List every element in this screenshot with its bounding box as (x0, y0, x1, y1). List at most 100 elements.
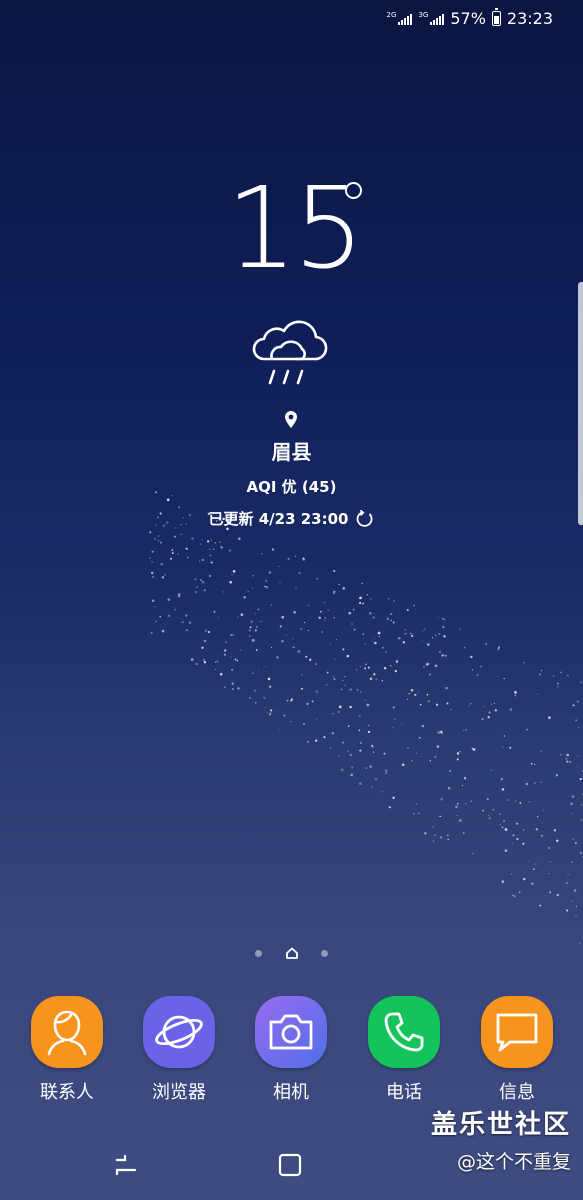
signal-3g-icon: 3G (418, 11, 445, 25)
wallpaper-speckle (390, 619, 393, 622)
wallpaper-speckle (432, 826, 434, 828)
wallpaper-speckle (204, 629, 208, 633)
wallpaper-speckle (352, 608, 355, 611)
wallpaper-speckle (418, 812, 420, 814)
wallpaper-speckle (446, 702, 449, 705)
app-contacts[interactable]: 联系人 (12, 996, 122, 1104)
app-messages[interactable]: 信息 (462, 996, 572, 1104)
wallpaper-speckle (364, 667, 367, 670)
wallpaper-speckle (580, 681, 582, 683)
wallpaper-speckle (160, 562, 164, 566)
wallpaper-speckle (535, 863, 537, 865)
wallpaper-speckle (573, 889, 577, 892)
wallpaper-speckle (366, 703, 370, 707)
home-button[interactable] (270, 1145, 310, 1185)
wallpaper-speckle (567, 874, 569, 876)
wallpaper-speckle (373, 673, 376, 676)
wallpaper-speckle (381, 679, 384, 682)
page-dot[interactable] (321, 950, 328, 957)
wallpaper-speckle (210, 561, 213, 564)
message-icon (481, 996, 553, 1068)
wallpaper-speckle (349, 705, 352, 709)
wallpaper-speckle (486, 798, 489, 801)
wallpaper-speckle (574, 842, 577, 844)
wallpaper-speckle (279, 581, 281, 583)
wallpaper-speckle (151, 599, 155, 603)
page-dot[interactable] (255, 950, 262, 957)
wallpaper-speckle (438, 633, 441, 635)
app-phone[interactable]: 电话 (349, 996, 459, 1104)
wallpaper-speckle (462, 785, 464, 787)
wallpaper-speckle (472, 748, 476, 751)
wallpaper-speckle (362, 602, 365, 605)
wallpaper-speckle (219, 541, 221, 544)
wallpaper-speckle (265, 666, 267, 668)
wallpaper-speckle (159, 541, 162, 544)
wallpaper-speckle (318, 616, 321, 620)
wallpaper-speckle (254, 613, 257, 615)
wallpaper-speckle (530, 762, 533, 765)
wallpaper-speckle (487, 716, 490, 719)
wallpaper-speckle (511, 842, 513, 844)
wallpaper-speckle (355, 668, 358, 671)
wallpaper-speckle (149, 557, 152, 560)
wallpaper-speckle (491, 703, 493, 705)
wallpaper-speckle (515, 800, 517, 802)
wallpaper-speckle (410, 632, 412, 635)
wallpaper-speckle (191, 537, 194, 540)
wallpaper-speckle (507, 799, 510, 802)
wallpaper-speckle (167, 614, 171, 618)
wallpaper-speckle (222, 591, 224, 593)
wallpaper-speckle (349, 753, 352, 756)
app-camera[interactable]: 相机 (236, 996, 346, 1104)
wallpaper-speckle (290, 698, 294, 701)
wallpaper-speckle (480, 665, 482, 668)
app-browser[interactable]: 浏览器 (124, 996, 234, 1104)
wallpaper-speckle (335, 638, 337, 641)
wallpaper-speckle (438, 650, 442, 654)
wallpaper-speckle (369, 765, 372, 768)
refresh-icon[interactable] (356, 509, 374, 528)
wallpaper-speckle (151, 550, 154, 553)
weather-widget[interactable]: 15 眉县 AQI 优 (45) 已更新 4/23 23:00 (0, 170, 583, 528)
wallpaper-speckle (340, 768, 344, 772)
wallpaper-speckle (356, 688, 359, 692)
wallpaper-speckle (427, 662, 430, 666)
app-label: 电话 (386, 1082, 422, 1103)
aqi-value: AQI 优 (45) (246, 478, 337, 496)
wallpaper-speckle (287, 557, 290, 561)
wallpaper-speckle (371, 746, 374, 748)
wallpaper-speckle (216, 660, 219, 663)
wallpaper-speckle (455, 805, 458, 809)
wallpaper-speckle (252, 672, 254, 674)
recent-apps-button[interactable] (106, 1145, 146, 1185)
wallpaper-speckle (181, 621, 184, 624)
wallpaper-speckle (367, 730, 371, 734)
wallpaper-speckle (332, 675, 335, 678)
wallpaper-speckle (378, 636, 380, 638)
wallpaper-speckle (269, 712, 272, 715)
wallpaper-speckle (151, 571, 154, 575)
wallpaper-speckle (484, 706, 486, 708)
wallpaper-speckle (254, 629, 258, 632)
wallpaper-speckle (240, 649, 242, 651)
wallpaper-speckle (254, 689, 256, 692)
wallpaper-speckle (434, 755, 437, 759)
wallpaper-speckle (247, 590, 249, 593)
wallpaper-speckle (519, 801, 522, 804)
wallpaper-speckle (439, 815, 442, 818)
wallpaper-speckle (516, 822, 519, 825)
wallpaper-speckle (501, 826, 504, 829)
wallpaper-speckle (338, 705, 342, 709)
wallpaper-speckle (490, 769, 493, 771)
wallpaper-speckle (174, 609, 176, 611)
wallpaper-speckle (522, 877, 526, 881)
wallpaper-speckle (370, 598, 372, 600)
home-page-indicator-icon[interactable] (285, 946, 299, 960)
wallpaper-speckle (494, 709, 497, 712)
wallpaper-speckle (183, 640, 185, 642)
wallpaper-speckle (500, 777, 504, 781)
wallpaper-speckle (577, 755, 579, 757)
wallpaper-speckle (464, 803, 467, 805)
wallpaper-speckle (459, 819, 462, 822)
